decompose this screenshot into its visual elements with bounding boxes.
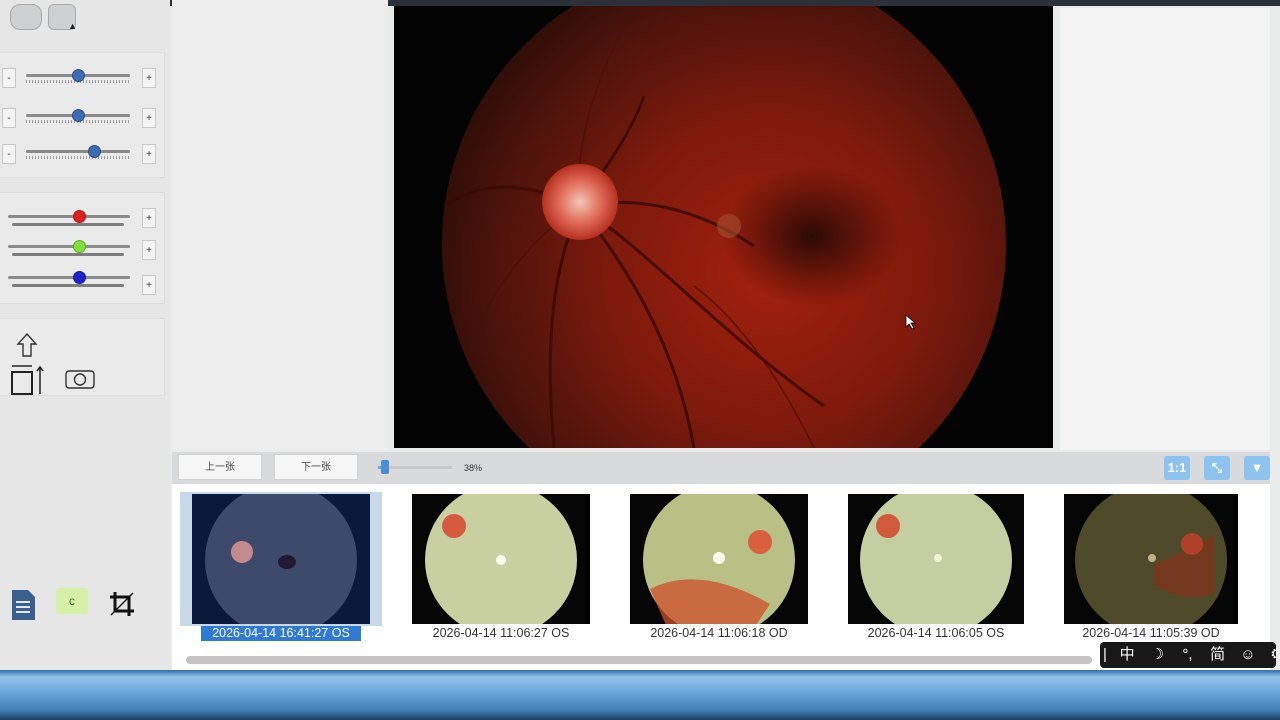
compare-c-icon[interactable]: c <box>56 588 88 614</box>
thumbnail-image[interactable] <box>630 494 808 624</box>
gamma-minus-button[interactable]: - <box>2 144 16 164</box>
gamma-plus-button[interactable]: + <box>142 144 156 164</box>
next-image-button[interactable]: 下一张 <box>274 454 358 480</box>
blue-channel-slider-track[interactable] <box>8 276 130 279</box>
gamma-slider-track[interactable] <box>26 150 130 153</box>
fundus-thumbnail <box>1064 494 1238 624</box>
camera-icon[interactable] <box>64 368 96 390</box>
report-document-icon[interactable] <box>8 588 38 622</box>
zoom-slider-track[interactable] <box>378 466 452 469</box>
emoji-icon[interactable]: ☺ <box>1235 642 1261 668</box>
green-channel-slider-scale <box>12 253 124 256</box>
blue-channel-slider-scale <box>12 284 124 287</box>
blue-channel-slider-handle[interactable] <box>72 271 86 284</box>
thumbnail-label[interactable]: 2026-04-14 11:06:05 OS <box>854 626 1018 641</box>
thumbnail-image[interactable] <box>192 494 370 624</box>
settings-gear-icon[interactable]: ⚙ <box>1265 642 1280 668</box>
fundus-image-viewer[interactable] <box>394 6 1053 448</box>
fundus-image <box>394 6 1053 448</box>
green-plus-button[interactable]: + <box>142 240 156 260</box>
green-channel-slider-handle[interactable] <box>72 240 86 253</box>
fit-expand-button[interactable]: ⤡ <box>1204 456 1230 480</box>
fundus-thumbnail <box>192 494 370 624</box>
viewer-right-margin <box>1060 8 1270 450</box>
actual-size-button[interactable]: 1:1 <box>1164 456 1190 480</box>
thumbnail-label[interactable]: 2026-04-14 11:05:39 OD <box>1069 626 1233 641</box>
moon-icon[interactable]: ☽ <box>1144 642 1170 668</box>
thumbnail-image[interactable] <box>848 494 1024 624</box>
gamma-slider-ticks <box>26 156 130 159</box>
red-plus-button[interactable]: + <box>142 208 156 228</box>
zoom-value: 38% <box>464 463 483 473</box>
thumbnail-scrollbar[interactable] <box>186 656 1092 664</box>
fundus-thumbnail <box>848 494 1024 624</box>
arrow-up-icon: ▲ <box>68 21 77 31</box>
contrast-minus-button[interactable]: - <box>2 108 16 128</box>
upload-tool-button[interactable]: ▲ <box>48 4 77 31</box>
taskbar <box>0 670 1280 720</box>
arrow-up-outline-icon[interactable] <box>16 332 38 358</box>
red-channel-slider-handle[interactable] <box>72 210 86 223</box>
brightness-minus-button[interactable]: - <box>2 68 16 88</box>
mouse-cursor-icon <box>905 314 917 330</box>
ime-simplified-mode[interactable]: 简 <box>1205 642 1231 668</box>
gamma-slider-handle[interactable] <box>87 145 101 158</box>
crop-icon[interactable] <box>108 590 136 618</box>
viewer-left-margin <box>172 0 388 450</box>
ime-grip-icon: | <box>1103 646 1107 663</box>
dropdown-button[interactable]: ▼ <box>1244 456 1270 480</box>
contrast-plus-button[interactable]: + <box>142 108 156 128</box>
prev-image-button[interactable]: 上一张 <box>178 454 262 480</box>
triangle-down-icon: ▼ <box>1250 460 1264 475</box>
thumbnail-label[interactable]: 2026-04-14 11:06:27 OS <box>419 626 583 641</box>
thumbnail-label[interactable]: 2026-04-14 11:06:18 OD <box>637 626 801 641</box>
expand-arrows-icon: ⤡ <box>1211 460 1223 475</box>
thumbnail-image[interactable] <box>1064 494 1238 624</box>
ime-toolbar[interactable]: | 中 ☽ °, 简 ☺ ⚙ <box>1100 642 1280 668</box>
red-channel-slider-track[interactable] <box>8 215 130 218</box>
brightness-slider-handle[interactable] <box>72 69 85 82</box>
thumbnail-label-selected[interactable]: 2026-04-14 16:41:27 OS <box>201 626 361 641</box>
thumbnail-image[interactable] <box>412 494 590 624</box>
red-channel-slider-scale <box>12 223 124 226</box>
ime-chinese-mode[interactable]: 中 <box>1114 642 1140 668</box>
circle-tool-button[interactable] <box>10 4 42 30</box>
green-channel-slider-track[interactable] <box>8 245 130 248</box>
punctuation-icon[interactable]: °, <box>1175 642 1201 668</box>
fundus-thumbnail <box>412 494 590 624</box>
zoom-slider-handle[interactable] <box>381 460 389 474</box>
resize-frame-icon[interactable] <box>10 362 46 396</box>
fundus-thumbnail <box>630 494 808 624</box>
contrast-slider-handle[interactable] <box>72 109 85 122</box>
brightness-plus-button[interactable]: + <box>142 68 156 88</box>
blue-plus-button[interactable]: + <box>142 275 156 295</box>
